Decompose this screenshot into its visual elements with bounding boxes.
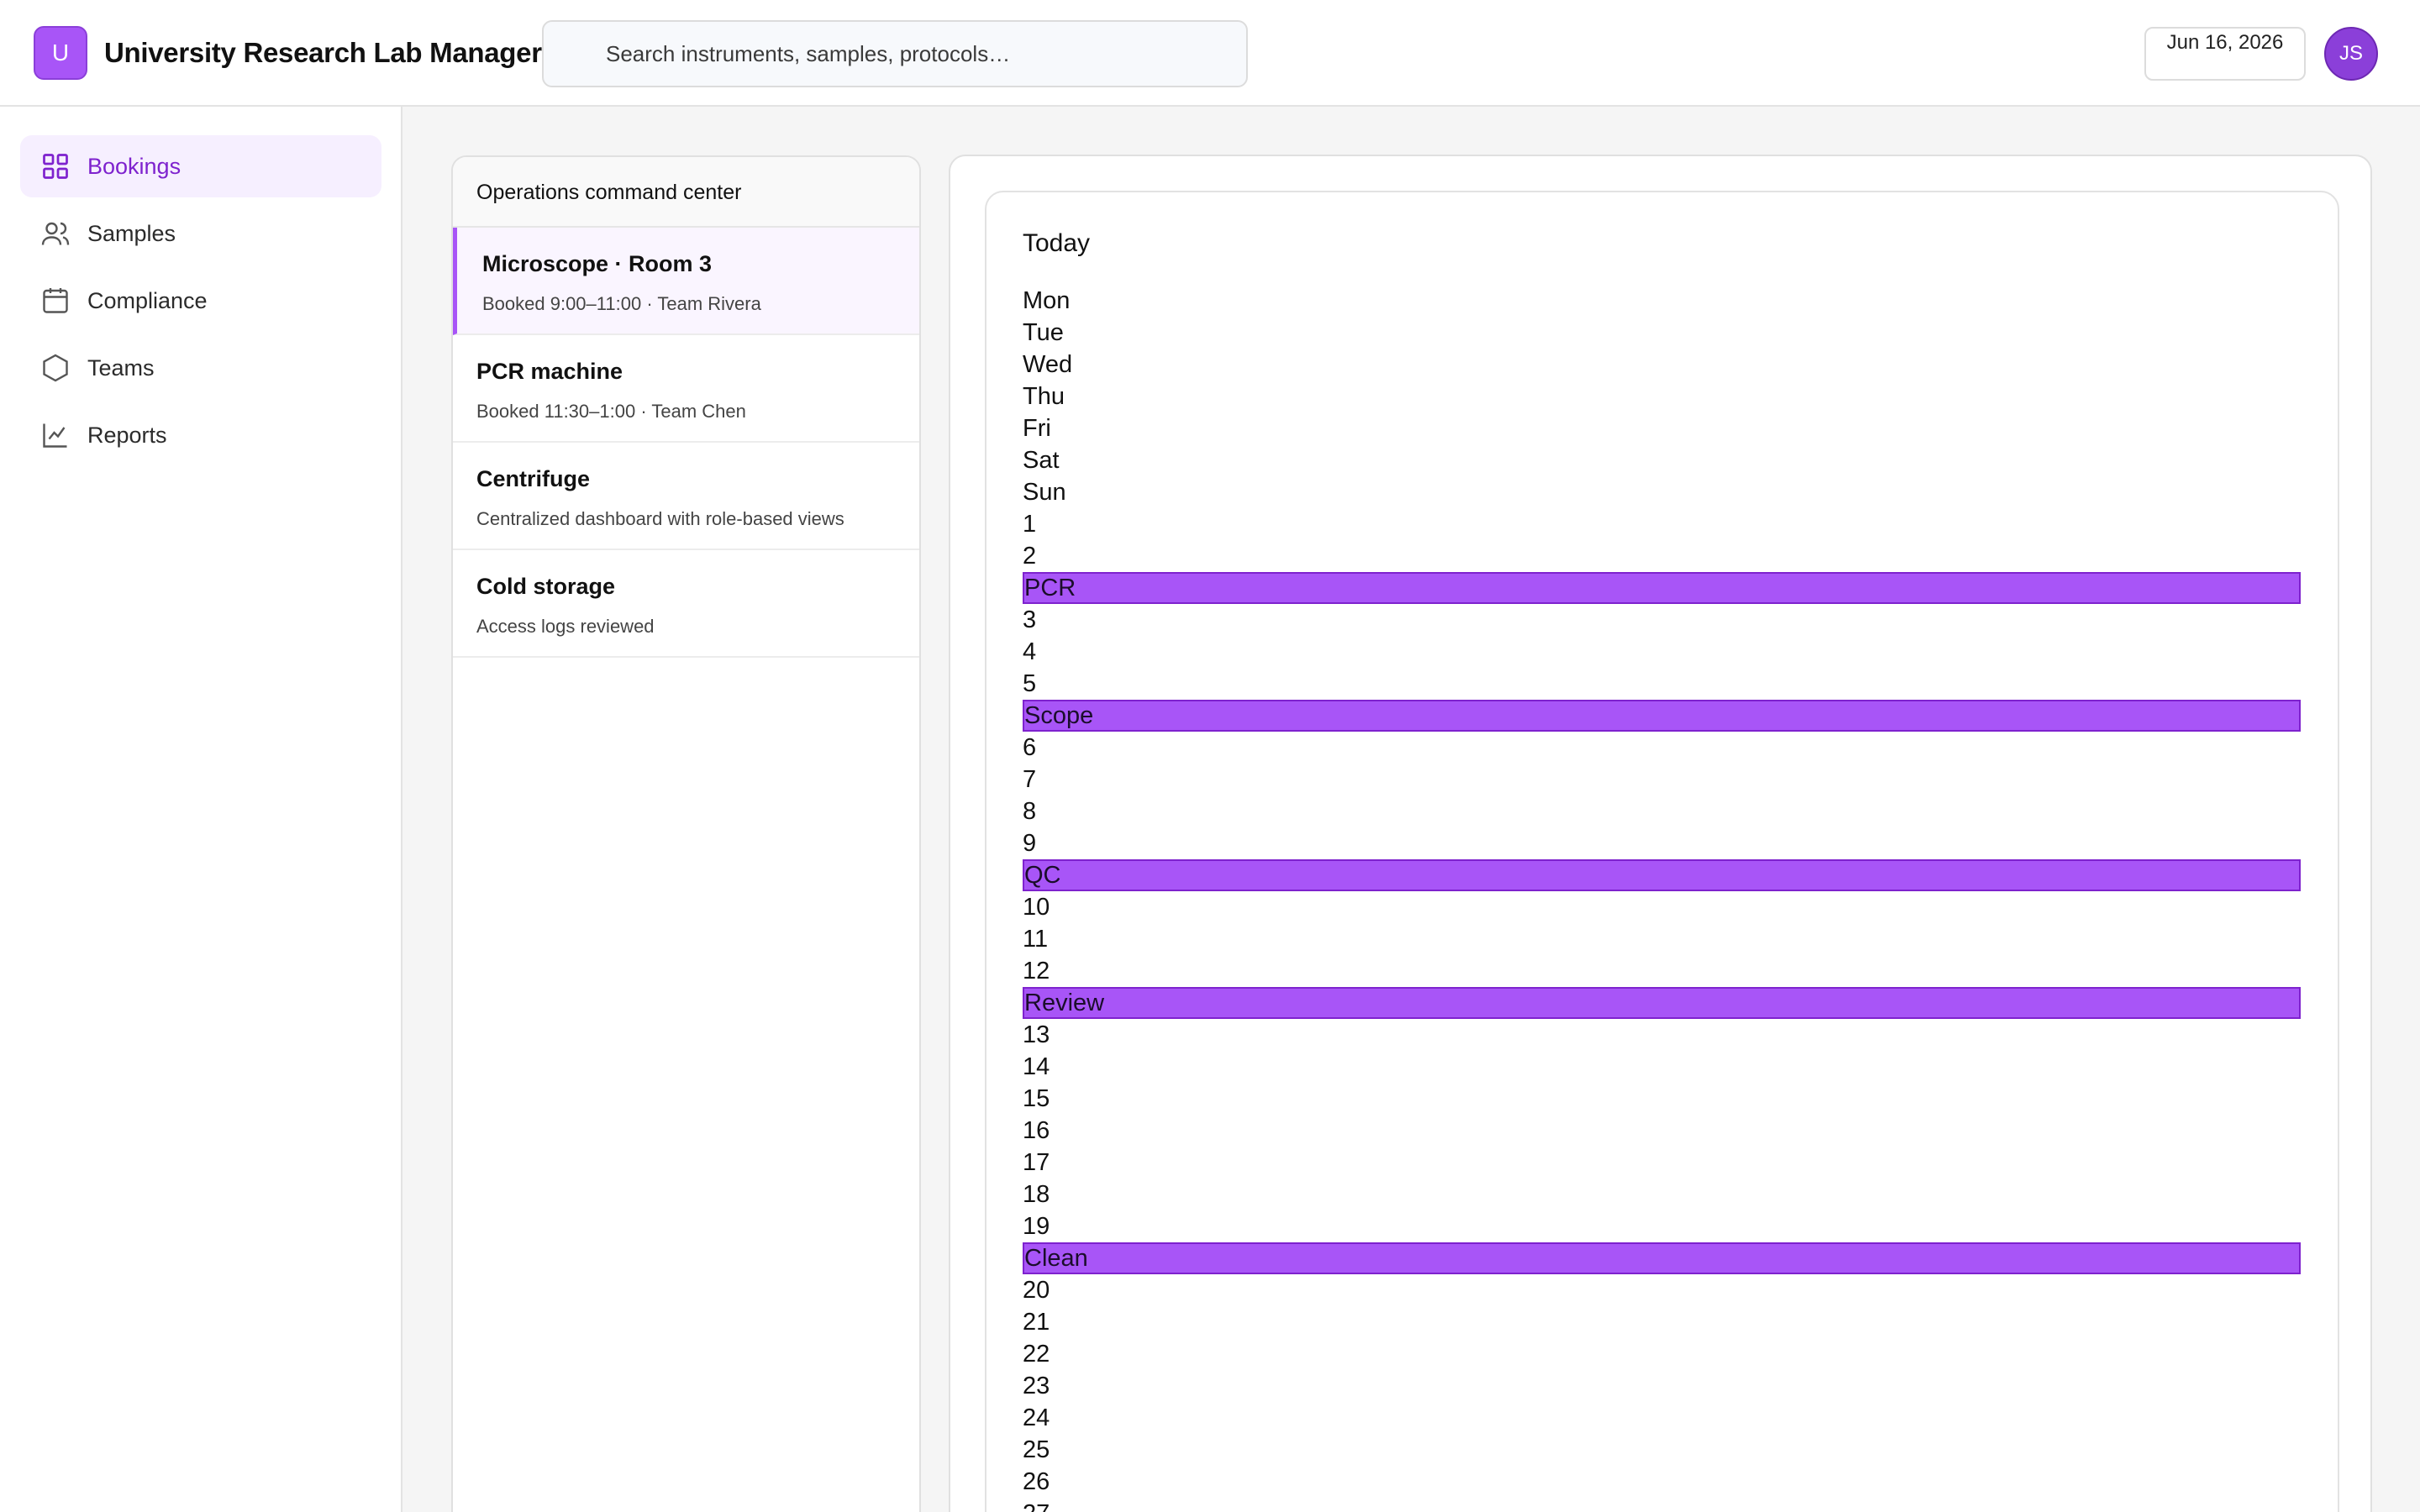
weekday-label: Wed xyxy=(1023,351,1073,378)
list-item-centrifuge[interactable]: Centrifuge Centralized dashboard with ro… xyxy=(453,443,919,550)
sidebar-item-reports[interactable]: Reports xyxy=(20,404,381,466)
users-icon xyxy=(41,222,70,245)
calendar-event[interactable]: Scope xyxy=(1023,700,2301,732)
list-item-title: Centrifuge xyxy=(476,466,590,491)
user-avatar[interactable]: JS xyxy=(2324,27,2378,81)
hexagon-icon xyxy=(43,354,68,382)
calendar-panel: Today Mon Tue Wed Thu Fri Sat Sun 1 2 PCR 3 4 5 Scope… xyxy=(949,155,2372,1512)
sidebar: Bookings Samples Compliance Teams Report… xyxy=(0,107,402,1512)
list-item-title: PCR machine xyxy=(476,359,623,384)
list-item-title: Cold storage xyxy=(476,574,616,599)
calendar-day[interactable]: 11 xyxy=(1023,923,2301,955)
calendar-day[interactable]: 6 xyxy=(1023,732,2301,764)
sidebar-item-samples[interactable]: Samples xyxy=(20,202,381,265)
calendar-day[interactable]: 4 xyxy=(1023,636,2301,668)
sidebar-item-teams[interactable]: Teams xyxy=(20,337,381,399)
calendar-day[interactable]: 27 xyxy=(1023,1498,2301,1512)
calendar-icon xyxy=(43,288,68,313)
list-item-subtitle: Booked 9:00–11:00 · Team Rivera xyxy=(482,293,761,314)
instrument-list-panel: Operations command center Microscope · R… xyxy=(451,155,921,1512)
calendar-event[interactable]: Review xyxy=(1023,987,2301,1019)
calendar-day[interactable]: 17 xyxy=(1023,1147,2301,1179)
list-item-pcr-machine[interactable]: PCR machine Booked 11:30–1:00 · Team Che… xyxy=(453,335,919,443)
calendar-day[interactable]: 3 xyxy=(1023,604,2301,636)
today-button[interactable]: Today xyxy=(1023,229,1090,258)
sidebar-item-label: Teams xyxy=(87,354,155,381)
weekday-label: Sat xyxy=(1023,447,1060,474)
calendar-day[interactable]: 5 xyxy=(1023,668,2301,700)
calendar-day[interactable]: 13 xyxy=(1023,1019,2301,1051)
calendar-day[interactable]: 22 xyxy=(1023,1338,2301,1370)
calendar-event[interactable]: QC xyxy=(1023,859,2301,891)
list-item-cold-storage[interactable]: Cold storage Access logs reviewed xyxy=(453,550,919,658)
sidebar-item-label: Samples xyxy=(87,220,176,246)
sidebar-item-compliance[interactable]: Compliance xyxy=(20,270,381,332)
sidebar-item-label: Bookings xyxy=(87,153,182,179)
calendar-day[interactable]: 21 xyxy=(1023,1306,2301,1338)
weekday-label: Fri xyxy=(1023,415,1051,442)
list-item-subtitle: Access logs reviewed xyxy=(476,616,655,637)
calendar-day[interactable]: 12 xyxy=(1023,955,2301,987)
calendar-day[interactable]: 9 xyxy=(1023,827,2301,859)
list-item-subtitle: Booked 11:30–1:00 · Team Chen xyxy=(476,401,746,422)
calendar-day[interactable]: 10 xyxy=(1023,891,2301,923)
calendar-day[interactable]: 25 xyxy=(1023,1434,2301,1466)
sidebar-item-label: Reports xyxy=(87,422,167,448)
calendar-day[interactable]: 24 xyxy=(1023,1402,2301,1434)
calendar-day[interactable]: 2 xyxy=(1023,540,2301,572)
calendar-card: Today Mon Tue Wed Thu Fri Sat Sun 1 2 PCR 3 4 5 Scope… xyxy=(985,191,2339,1512)
list-header: Operations command center xyxy=(453,157,919,228)
calendar-grid: Mon Tue Wed Thu Fri Sat Sun 1 2 PCR 3 4 5 Scope 6 7 8 9 QC… xyxy=(1023,285,2301,1512)
calendar-day[interactable]: 16 xyxy=(1023,1115,2301,1147)
search-input[interactable] xyxy=(606,22,1228,86)
calendar-day[interactable]: 8 xyxy=(1023,795,2301,827)
calendar-day[interactable]: 14 xyxy=(1023,1051,2301,1083)
calendar-day[interactable]: 15 xyxy=(1023,1083,2301,1115)
weekday-label: Mon xyxy=(1023,287,1071,314)
list-item-title: Microscope · Room 3 xyxy=(482,251,713,276)
calendar-event[interactable]: PCR xyxy=(1023,572,2301,604)
grid-icon xyxy=(43,154,68,179)
list-item-microscope[interactable]: Microscope · Room 3 Booked 9:00–11:00 · … xyxy=(453,228,919,335)
calendar-day[interactable]: 20 xyxy=(1023,1274,2301,1306)
app-logo[interactable]: U xyxy=(34,26,87,80)
calendar-event[interactable]: Clean xyxy=(1023,1242,2301,1274)
calendar-day[interactable]: 26 xyxy=(1023,1466,2301,1498)
sidebar-item-bookings[interactable]: Bookings xyxy=(20,135,381,197)
calendar-day[interactable]: 19 xyxy=(1023,1210,2301,1242)
top-bar: U University Research Lab Manager Jun 16… xyxy=(0,0,2420,107)
calendar-day[interactable]: 7 xyxy=(1023,764,2301,795)
date-button[interactable]: Jun 16, 2026 xyxy=(2144,27,2306,81)
search-box[interactable] xyxy=(542,20,1248,87)
calendar-day[interactable]: 1 xyxy=(1023,508,2301,540)
search-icon xyxy=(569,44,585,60)
app-title: University Research Lab Manager xyxy=(104,37,542,68)
sidebar-item-label: Compliance xyxy=(87,287,208,313)
weekday-label: Tue xyxy=(1023,319,1064,346)
calendar-day[interactable]: 23 xyxy=(1023,1370,2301,1402)
weekday-label: Sun xyxy=(1023,479,1066,506)
line-chart-icon xyxy=(43,423,67,448)
weekday-label: Thu xyxy=(1023,383,1065,410)
calendar-day[interactable]: 18 xyxy=(1023,1179,2301,1210)
list-item-subtitle: Centralized dashboard with role-based vi… xyxy=(476,508,844,529)
